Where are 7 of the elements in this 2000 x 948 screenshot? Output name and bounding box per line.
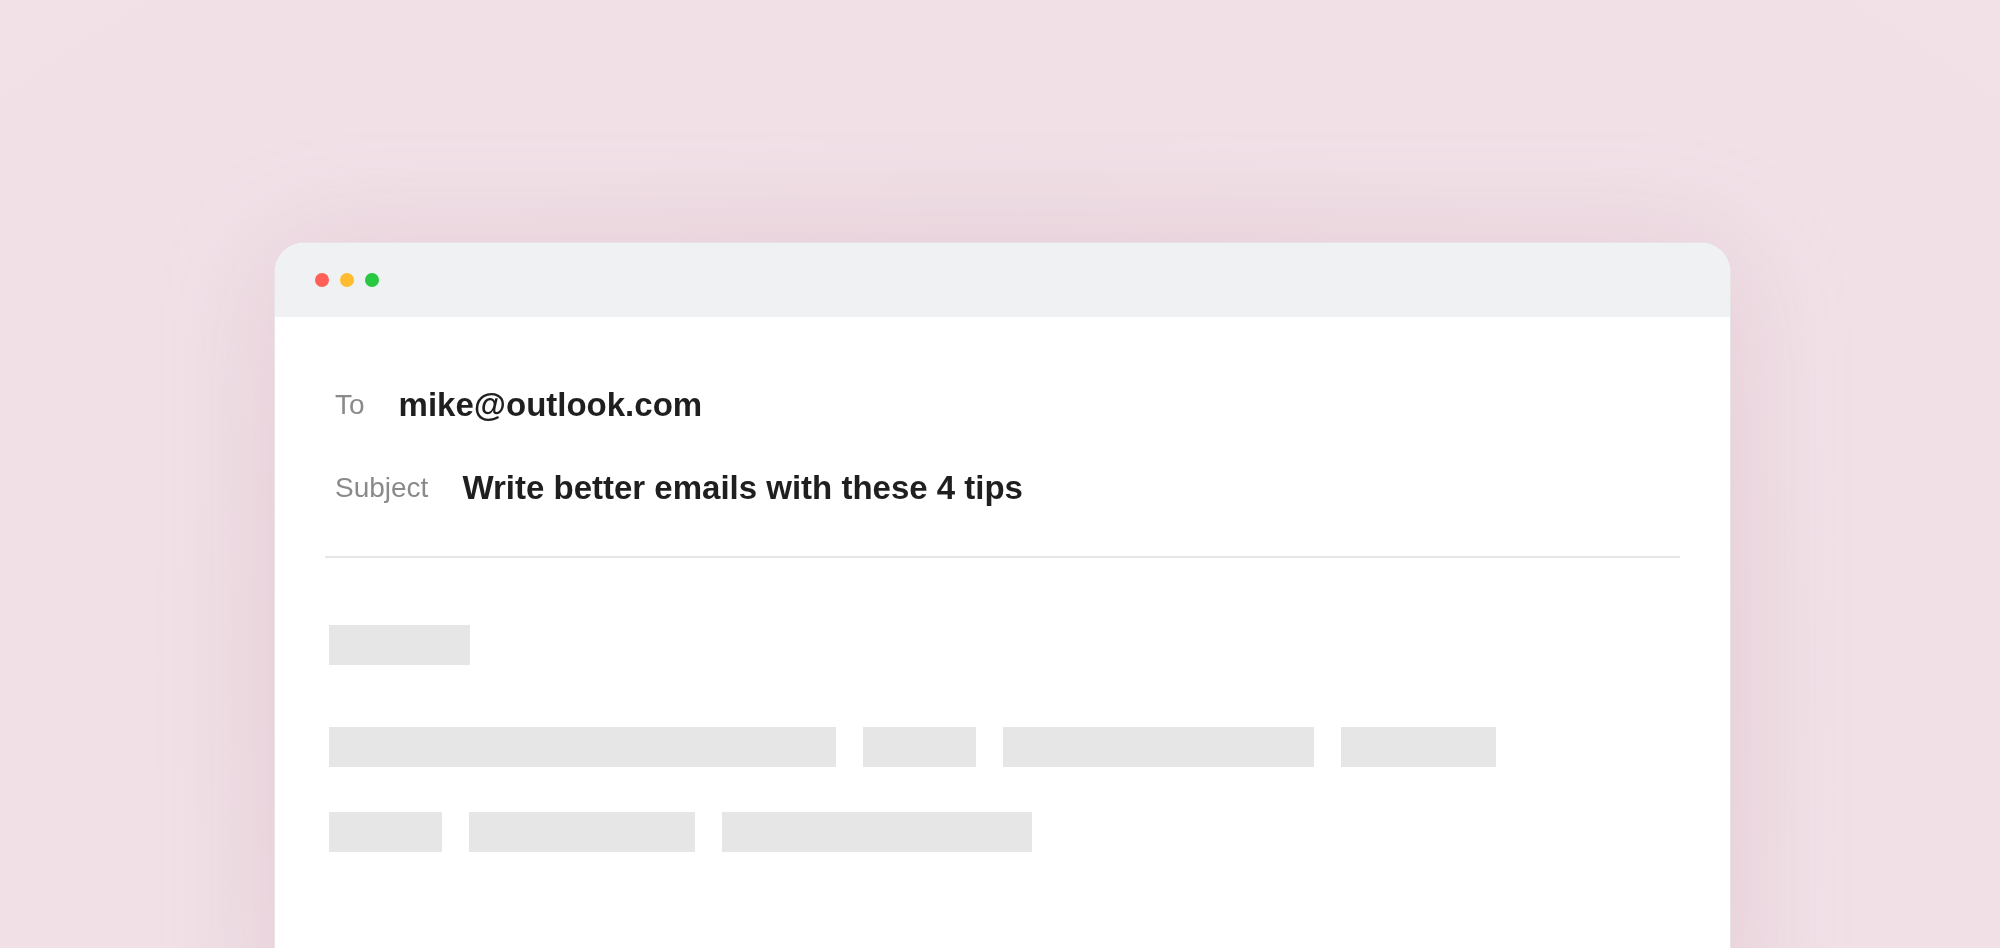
window-control-dot[interactable] [365, 273, 379, 287]
field-value[interactable]: mike@outlook.com [398, 386, 703, 424]
field-label: Subject [335, 472, 429, 504]
window-control-dot[interactable] [340, 273, 354, 287]
field-label: To [335, 389, 365, 421]
window-control-dot[interactable] [315, 273, 329, 287]
field-value[interactable]: Write better emails with these 4 tips [462, 469, 1023, 507]
